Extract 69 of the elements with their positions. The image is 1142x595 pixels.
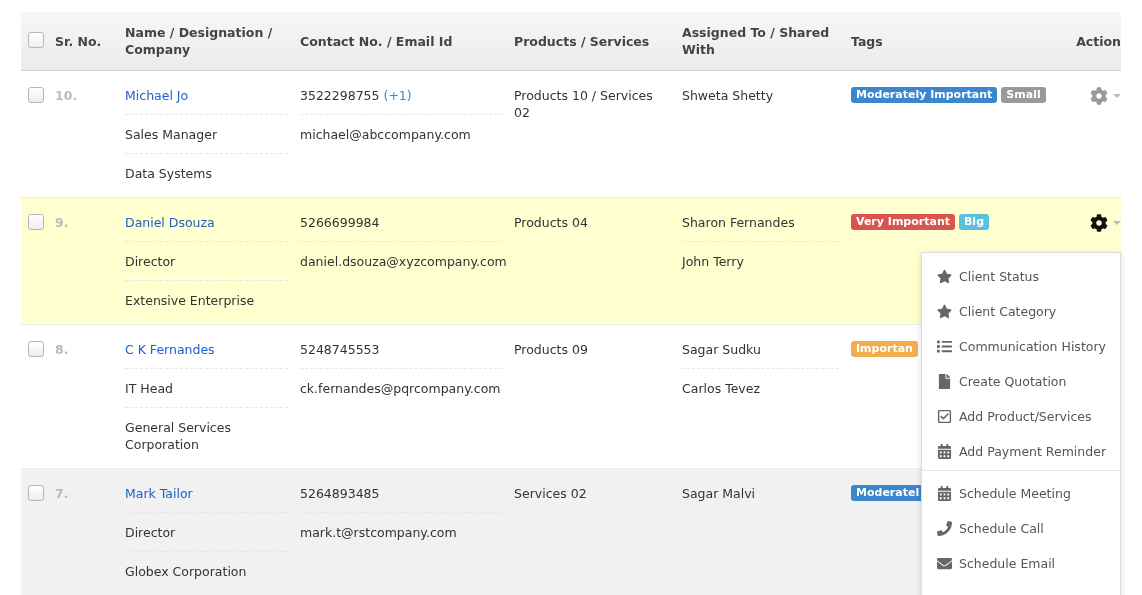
tag: Small <box>1001 87 1046 103</box>
checkbox[interactable] <box>28 214 44 230</box>
extra-phone-count[interactable]: (+1) <box>383 88 412 103</box>
checkbox[interactable] <box>28 341 44 357</box>
star-icon <box>937 304 952 319</box>
serial-number: 10. <box>55 87 79 104</box>
tag: Importan <box>851 341 918 357</box>
column-header: Products / Services <box>514 32 651 50</box>
column-header: Assigned To / Shared With <box>682 24 831 58</box>
menu-item[interactable]: Schedule Email <box>922 547 1120 582</box>
column-header: Action <box>1075 32 1121 50</box>
serial-number: 9. <box>55 214 70 231</box>
menu-item[interactable]: Schedule Meeting <box>922 477 1120 512</box>
assignee-name: Sagar Sudku <box>682 342 761 357</box>
checkbox[interactable] <box>28 31 44 48</box>
menu-item[interactable]: Communication History <box>922 330 1120 365</box>
products-text: Products 09 <box>514 342 588 357</box>
assignee-name: Sagar Malvi <box>682 486 756 501</box>
assignee-name: Sharon Fernandes <box>682 215 795 230</box>
settings-button[interactable] <box>1090 214 1121 232</box>
checkbox-icon <box>937 409 952 424</box>
checkbox[interactable] <box>28 485 44 501</box>
company-text: Data Systems <box>125 166 212 181</box>
serial-number: 8. <box>55 341 70 358</box>
phone-number: 5264893485 <box>300 486 380 501</box>
company-text: Extensive Enterprise <box>125 293 255 308</box>
calendar-icon <box>937 444 952 459</box>
tag: Very Important <box>851 214 955 230</box>
phone-icon <box>937 521 952 536</box>
designation-text: IT Head <box>125 381 173 396</box>
checkbox[interactable] <box>28 87 44 103</box>
designation-text: Sales Manager <box>125 127 218 142</box>
products-text: Products 04 <box>514 215 588 230</box>
calendar-icon <box>937 486 952 501</box>
menu-item[interactable]: Create Quotation <box>922 365 1120 400</box>
menu-item[interactable]: Schedule Call <box>922 512 1120 547</box>
tag: Big <box>959 214 989 230</box>
assignee-name: Shweta Shetty <box>682 88 774 103</box>
column-header: Name / Designation / Company <box>125 24 274 58</box>
envelope-icon <box>937 556 952 571</box>
client-name-link[interactable]: Michael Jo <box>125 88 189 103</box>
phone-number: 3522298755 <box>300 88 380 103</box>
products-text: Services 02 <box>514 486 587 501</box>
document-icon <box>937 374 952 389</box>
company-text: Globex Corporation <box>125 564 247 579</box>
phone-number: 5266699984 <box>300 215 380 230</box>
email-text: mark.t@rstcompany.com <box>300 525 457 540</box>
client-name-link[interactable]: Daniel Dsouza <box>125 215 215 230</box>
phone-number: 5248745553 <box>300 342 380 357</box>
menu-item[interactable]: Add Payment Reminder <box>922 435 1120 470</box>
products-text: Products 10 / Services 02 <box>514 88 653 120</box>
client-name-link[interactable]: Mark Tailor <box>125 486 193 501</box>
tag: Moderately Important <box>851 87 998 103</box>
assignee-name: John Terry <box>682 254 744 269</box>
menu-item[interactable]: Add Product/Services <box>922 400 1120 435</box>
assignee-name: Carlos Tevez <box>682 381 760 396</box>
email-text: ck.fernandes@pqrcompany.com <box>300 381 501 396</box>
column-header: Sr. No. <box>55 32 103 50</box>
company-text: General Services Corporation <box>125 420 231 452</box>
menu-item[interactable]: Client Status <box>922 260 1120 295</box>
email-text: michael@abccompany.com <box>300 127 471 142</box>
client-name-link[interactable]: C K Fernandes <box>125 342 215 357</box>
column-header: Contact No. / Email Id <box>300 32 454 50</box>
column-header: Tags <box>851 32 884 50</box>
designation-text: Director <box>125 254 176 269</box>
list-icon <box>937 339 952 354</box>
designation-text: Director <box>125 525 176 540</box>
email-text: daniel.dsouza@xyzcompany.com <box>300 254 507 269</box>
star-icon <box>937 269 952 284</box>
